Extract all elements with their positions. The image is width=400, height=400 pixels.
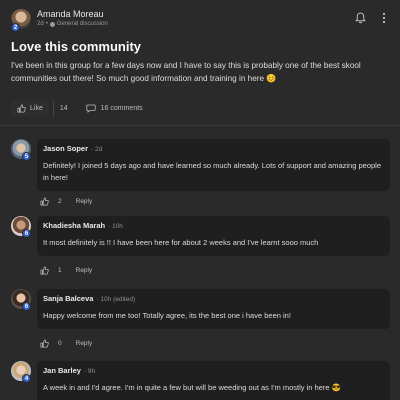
commenter-name[interactable]: Jason Soper (43, 144, 88, 154)
thumbs-up-icon (17, 104, 26, 113)
comment-actions: 1 Reply (40, 266, 92, 275)
comment-time: · 9h (83, 368, 96, 375)
post-top-actions (355, 12, 386, 24)
bell-icon[interactable] (355, 12, 366, 24)
like-label: Like (30, 105, 43, 112)
author-level-badge: 2 (11, 23, 20, 32)
comment-actions: 0 Reply (40, 339, 92, 348)
post-category[interactable]: General discussion (57, 21, 108, 27)
comment-icon (86, 104, 96, 113)
comment-text: Definitely! I joined 5 days ago and have… (43, 161, 381, 182)
divider (0, 125, 400, 126)
comment-bubble: Sanja Balceva · 10h (edited) Happy welcom… (37, 289, 390, 329)
thumbs-up-icon[interactable] (40, 197, 49, 206)
commenter-level-badge: 6 (22, 229, 31, 238)
like-count[interactable]: 14 (52, 100, 74, 117)
comment-text: Happy welcome from me too! Totally agree… (43, 311, 291, 320)
post-actions: Like 14 16 comments (11, 100, 143, 117)
commenter-level-badge: 6 (22, 302, 31, 311)
comment-time: · 10h (edited) (96, 296, 136, 303)
comments-count-label: 16 comments (100, 105, 143, 112)
commenter-name[interactable]: Khadiesha Marah (43, 221, 105, 231)
thumbs-up-icon[interactable] (40, 266, 49, 275)
post-meta: 2d • General discussion (37, 21, 108, 27)
comment-text: A week in and I'd agree. I'm in quite a … (43, 383, 341, 392)
reply-button[interactable]: Reply (76, 198, 93, 205)
thumbs-up-icon[interactable] (40, 339, 49, 348)
category-icon (49, 21, 55, 27)
commenter-name[interactable]: Jan Barley (43, 366, 81, 376)
comment-bubble: Jason Soper · 2d Definitely! I joined 5 d… (37, 139, 390, 191)
meta-separator: • (45, 21, 48, 27)
more-icon[interactable] (382, 12, 386, 24)
post-author-name[interactable]: Amanda Moreau (37, 9, 104, 19)
comment-like-count: 1 (58, 267, 62, 274)
comment-like-count: 0 (58, 340, 62, 347)
comments-button[interactable]: 16 comments (86, 104, 143, 113)
post-body: I've been in this group for a few days n… (11, 61, 361, 83)
comment-bubble: Khadiesha Marah · 10h It most definitely … (37, 216, 390, 256)
commenter-name[interactable]: Sanja Balceva (43, 294, 93, 304)
reply-button[interactable]: Reply (76, 340, 93, 347)
comment-time: · 2d (91, 146, 103, 153)
post-title: Love this community (11, 39, 142, 54)
commenter-level-badge: 4 (22, 374, 31, 383)
comment-bubble: Jan Barley · 9h A week in and I'd agree. … (37, 361, 390, 400)
comment-like-count: 2 (58, 198, 62, 205)
like-button[interactable]: Like (11, 100, 49, 117)
reply-button[interactable]: Reply (76, 267, 93, 274)
comment-actions: 2 Reply (40, 197, 92, 206)
comment-text: It most definitely is !! I have been her… (43, 238, 319, 247)
post-time: 2d (37, 21, 44, 27)
comment-time: · 10h (108, 223, 123, 230)
commenter-level-badge: 5 (22, 152, 31, 161)
